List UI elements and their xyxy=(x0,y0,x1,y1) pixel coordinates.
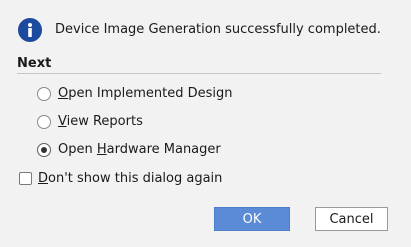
completion-message: Device Image Generation successfully com… xyxy=(55,22,381,37)
section-divider xyxy=(17,73,381,74)
option-label: Open Implemented Design xyxy=(58,86,233,101)
cancel-button[interactable]: Cancel xyxy=(315,207,388,231)
radio-open-implemented-design[interactable] xyxy=(37,86,51,101)
option-label: View Reports xyxy=(58,114,143,129)
radio-open-hardware-manager[interactable] xyxy=(37,142,51,157)
option-open-implemented-design[interactable]: Open Implemented Design xyxy=(37,86,232,101)
dont-show-again-label: Don't show this dialog again xyxy=(38,171,223,186)
dont-show-again-checkbox[interactable] xyxy=(19,172,32,185)
ok-button[interactable]: OK xyxy=(214,207,290,231)
option-view-reports[interactable]: View Reports xyxy=(37,114,143,129)
info-icon xyxy=(18,18,42,42)
section-title-next: Next xyxy=(17,56,52,71)
option-open-hardware-manager[interactable]: Open Hardware Manager xyxy=(37,142,221,157)
radio-view-reports[interactable] xyxy=(37,114,51,129)
option-label: Open Hardware Manager xyxy=(58,142,221,157)
dont-show-again-option[interactable]: Don't show this dialog again xyxy=(19,171,222,186)
